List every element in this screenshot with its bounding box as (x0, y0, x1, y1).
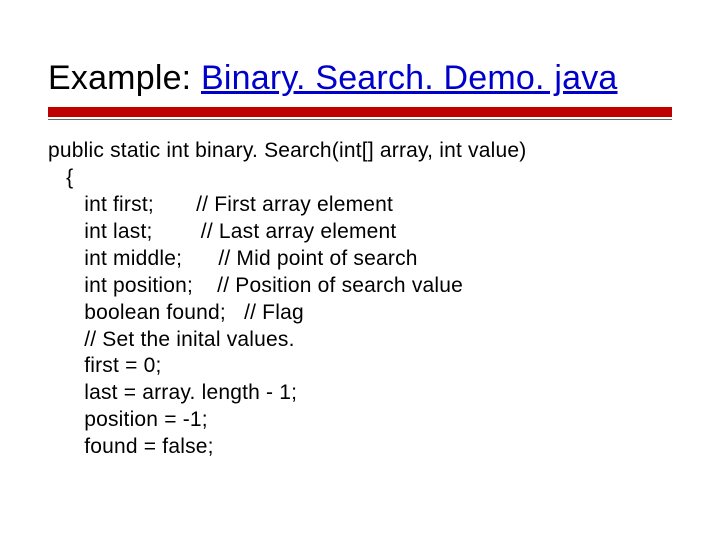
accent-bar (48, 107, 672, 117)
accent-rule (48, 119, 672, 120)
slide-title: Example: Binary. Search. Demo. java (48, 60, 672, 97)
slide: Example: Binary. Search. Demo. java publ… (0, 0, 720, 540)
title-underline (48, 107, 672, 120)
title-prefix: Example: (48, 59, 201, 97)
code-block: public static int binary. Search(int[] a… (48, 138, 672, 461)
title-link[interactable]: Binary. Search. Demo. java (201, 59, 618, 97)
